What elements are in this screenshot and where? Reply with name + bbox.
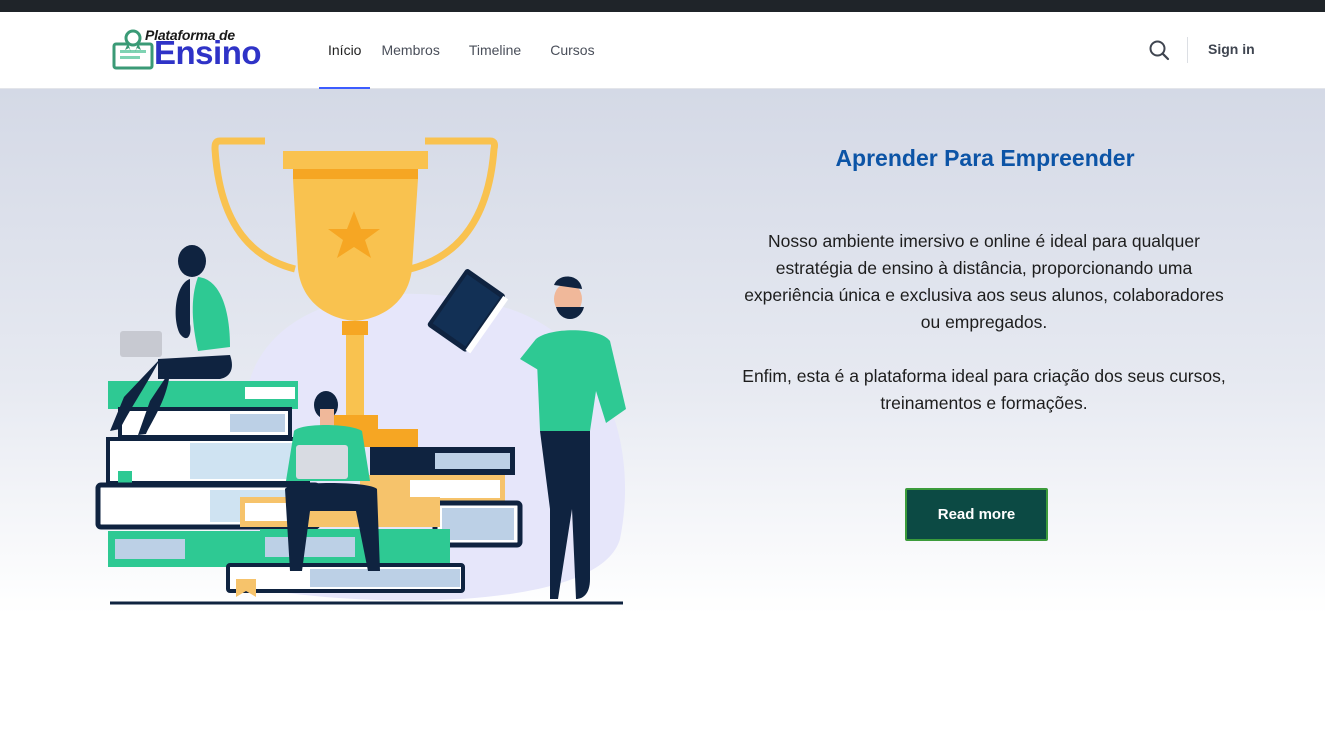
hero-paragraph: Nosso ambiente imersivo e online é ideal… <box>744 231 1224 332</box>
nav-item-inicio[interactable]: Início <box>318 12 372 89</box>
search-button[interactable] <box>1148 39 1170 61</box>
hero-section: Aprender Para Empreender Nosso ambiente … <box>0 89 1325 730</box>
main-nav: Início Membros Timeline Cursos <box>318 12 595 89</box>
logo-main-text: Ensino <box>154 34 262 71</box>
hero-title: Aprender Para Empreender <box>835 145 1135 171</box>
trophy-books-illustration <box>95 137 626 605</box>
hero-paragraph: Enfim, esta é a plataforma ideal para cr… <box>742 366 1226 413</box>
sign-in-link[interactable]: Sign in <box>1208 41 1255 57</box>
top-strip <box>0 0 1325 12</box>
site-header: Plataforma de Ensino Início Membros Time… <box>0 12 1325 89</box>
nav-item-timeline[interactable]: Timeline <box>469 12 521 88</box>
read-more-button[interactable]: Read more <box>905 488 1048 541</box>
header-divider <box>1187 37 1188 63</box>
hero-description: Nosso ambiente imersivo e online é ideal… <box>740 228 1228 444</box>
site-logo[interactable]: Plataforma de Ensino <box>112 26 262 74</box>
nav-item-cursos[interactable]: Cursos <box>550 12 594 88</box>
search-icon <box>1149 40 1170 61</box>
nav-item-membros[interactable]: Membros <box>381 12 439 88</box>
